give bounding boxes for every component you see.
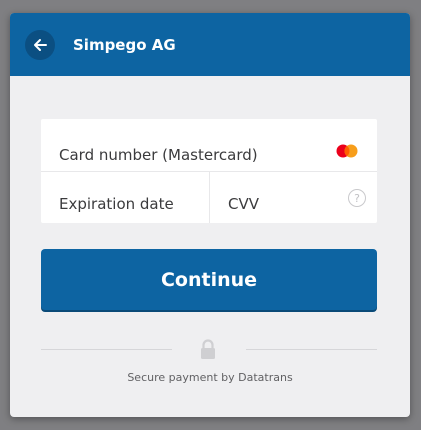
modal-header: Simpego AG	[10, 13, 410, 76]
arrow-left-icon	[34, 38, 47, 51]
back-button[interactable]	[25, 29, 55, 60]
mastercard-icon	[336, 144, 358, 158]
question-mark-icon[interactable]: ?	[348, 189, 366, 207]
expiration-date-field[interactable]: Expiration date	[41, 172, 210, 223]
card-details-row: Expiration date CVV ?	[41, 172, 377, 223]
continue-button[interactable]: Continue	[41, 249, 377, 310]
cvv-field[interactable]: CVV ?	[210, 172, 377, 223]
divider-left	[41, 349, 172, 350]
card-number-field[interactable]: Card number (Mastercard)	[41, 119, 377, 172]
lock-icon	[201, 339, 215, 359]
cvv-placeholder: CVV	[228, 195, 259, 213]
expiration-placeholder: Expiration date	[59, 195, 174, 213]
merchant-title: Simpego AG	[73, 35, 176, 54]
payment-modal: Simpego AG Card number (Mastercard) Expi…	[10, 13, 410, 417]
secure-payment-text: Secure payment by Datatrans	[127, 371, 293, 384]
card-number-placeholder: Card number (Mastercard)	[59, 146, 258, 164]
card-form: Card number (Mastercard) Expiration date…	[41, 119, 377, 223]
divider-right	[246, 349, 377, 350]
